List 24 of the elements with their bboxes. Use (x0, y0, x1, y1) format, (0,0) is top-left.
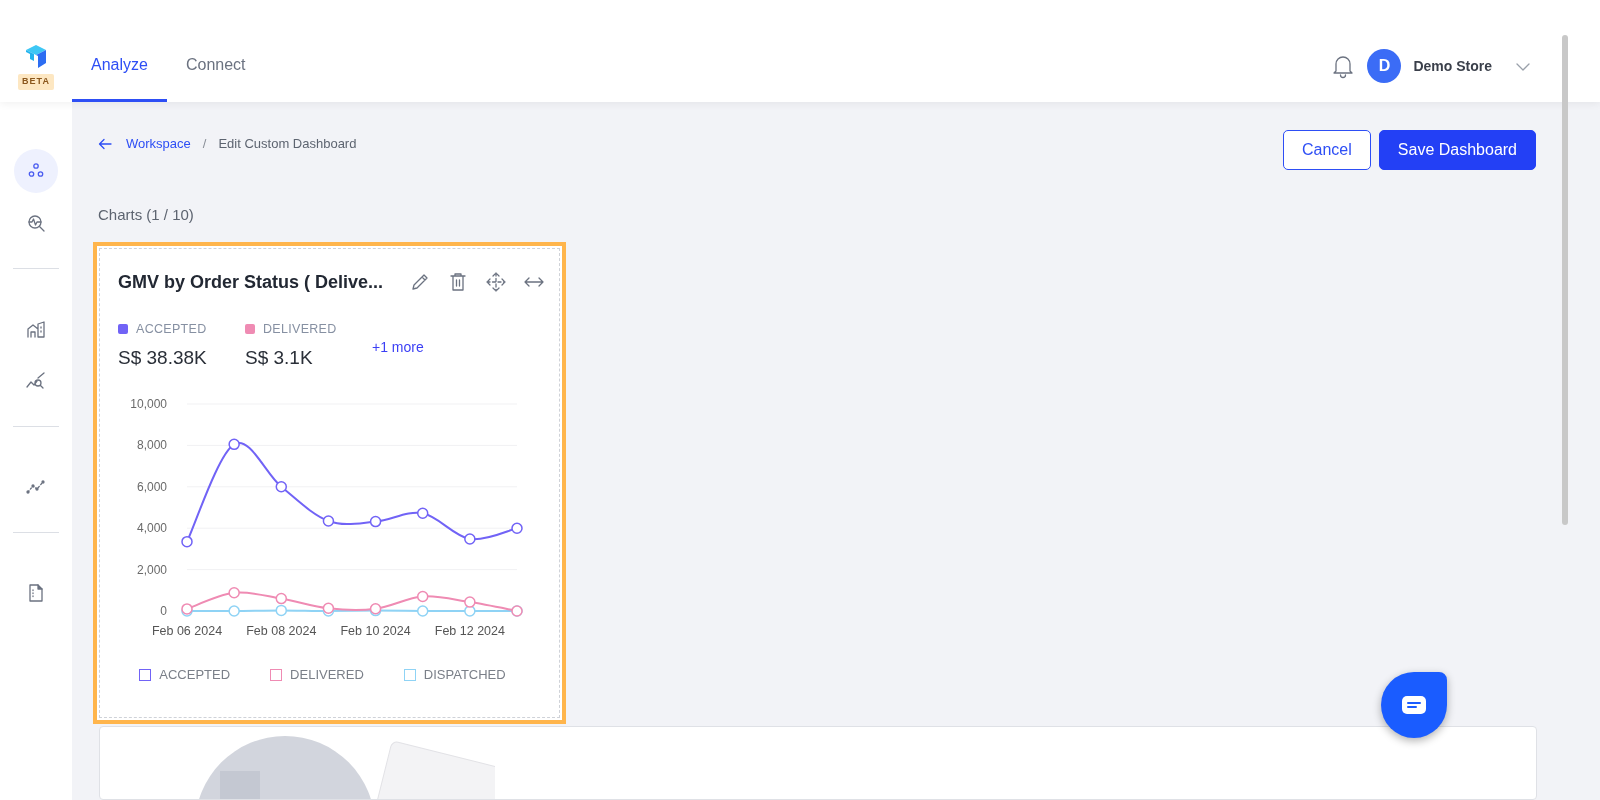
y-axis-label: 10,000 (130, 396, 167, 411)
legend-label: DISPATCHED (423, 665, 506, 684)
chart-title: GMV by Order Status ( Delive... (118, 270, 384, 294)
x-axis-label: Feb 08 2024 (246, 623, 317, 638)
y-axis-label: 6,000 (136, 479, 167, 494)
legend-label: ACCEPTED (159, 665, 231, 684)
legend-label: DELIVERED (290, 665, 364, 684)
x-axis-label: Feb 06 2024 (151, 623, 223, 638)
section-title: Charts (1 / 10) (98, 205, 195, 225)
x-axis-label: Feb 12 2024 (434, 623, 505, 638)
metric-value: S$ 38.38K (118, 346, 208, 371)
metric-label: DELIVERED (263, 320, 337, 338)
beta-badge: BETA (18, 74, 54, 90)
breadcrumb-separator: / (202, 135, 207, 153)
x-axis-label: Feb 10 2024 (340, 623, 411, 638)
user-name: Demo Store (1413, 56, 1492, 76)
breadcrumb-current: Edit Custom Dashboard (218, 135, 357, 153)
y-axis-label: 2,000 (136, 562, 167, 577)
avatar: D (1367, 49, 1402, 83)
y-axis-label: 0 (160, 603, 167, 618)
y-axis-label: 8,000 (136, 438, 167, 453)
metric-value: S$ 3.1K (245, 346, 314, 371)
y-axis-label: 4,000 (136, 520, 167, 535)
metric-label: ACCEPTED (136, 320, 207, 338)
